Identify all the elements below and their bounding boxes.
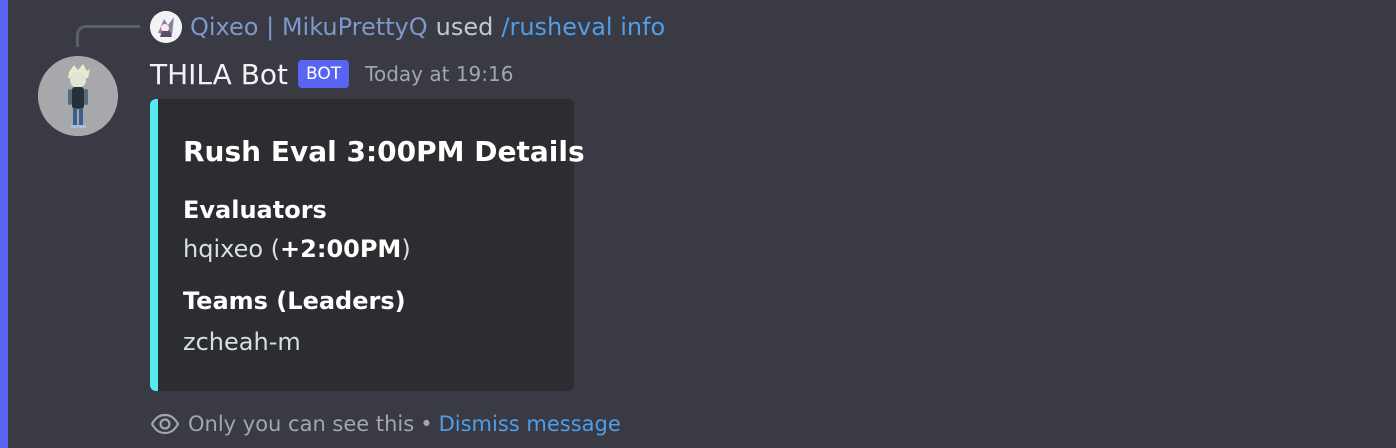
reply-used-text: used xyxy=(435,13,494,41)
ephemeral-notice-text: Only you can see this xyxy=(188,412,415,436)
eye-icon xyxy=(150,413,180,435)
ephemeral-separator: • xyxy=(420,412,433,436)
message-embed: Rush Eval 3:00PM Details Evaluators hqix… xyxy=(150,99,585,391)
evaluator-name: hqixeo ( xyxy=(183,235,281,263)
reply-connector xyxy=(76,25,140,47)
ephemeral-notice: Only you can see this • Dismiss message xyxy=(150,408,621,440)
embed-field-teams-value: zcheah-m xyxy=(183,328,301,356)
embed-field-evaluators-name: Evaluators xyxy=(183,196,327,224)
evaluator-time-offset: +2:00PM xyxy=(280,235,402,263)
embed-field-teams-name: Teams (Leaders) xyxy=(183,287,406,315)
command-reply-reference[interactable]: Qixeo | MikuPrettyQ used /rusheval info xyxy=(150,10,665,44)
bot-badge: BOT xyxy=(298,60,350,88)
chat-message: Qixeo | MikuPrettyQ used /rusheval info … xyxy=(0,0,1396,448)
reply-username[interactable]: Qixeo | MikuPrettyQ xyxy=(190,13,428,41)
dismiss-message-link[interactable]: Dismiss message xyxy=(439,412,621,436)
bot-avatar[interactable] xyxy=(38,56,118,136)
bot-username[interactable]: THILA Bot xyxy=(150,58,288,91)
message-header: THILA Bot BOT Today at 19:16 xyxy=(150,56,513,92)
reply-command-link[interactable]: /rusheval info xyxy=(501,13,665,41)
highlight-bar xyxy=(0,0,8,448)
message-timestamp[interactable]: Today at 19:16 xyxy=(365,62,513,86)
embed-field-evaluators-value: hqixeo (+2:00PM) xyxy=(183,235,411,263)
evaluator-close-paren: ) xyxy=(401,235,411,263)
embed-title: Rush Eval 3:00PM Details xyxy=(183,135,585,168)
reply-user-avatar[interactable] xyxy=(150,11,182,43)
